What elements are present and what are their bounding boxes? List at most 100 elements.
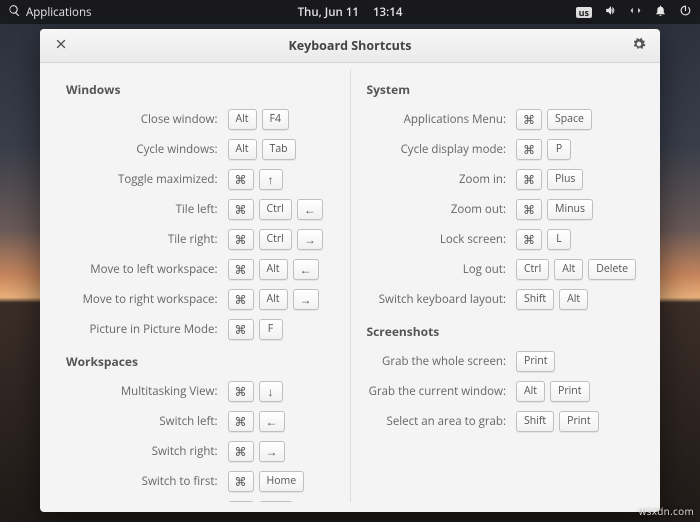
shortcut-row: Multitasking View:⌘↓	[64, 378, 336, 405]
shortcut-keys: ⌘Alt←	[228, 259, 336, 280]
titlebar: Keyboard Shortcuts	[40, 29, 660, 63]
watermark: wsxdn.com	[639, 504, 694, 518]
shortcut-keys: ShiftPrint	[516, 411, 636, 432]
volume-icon[interactable]	[604, 4, 617, 21]
shortcut-keys: ⌘Ctrl→	[228, 229, 336, 250]
shortcut-label: Zoom out:	[451, 202, 506, 217]
shortcut-keys: Print	[516, 351, 636, 372]
key-p: P	[547, 139, 571, 160]
key-alt: Alt	[228, 139, 257, 160]
shortcut-row: Switch keyboard layout: ShiftAlt	[365, 286, 637, 313]
close-button[interactable]	[44, 29, 78, 63]
key-cmd: ⌘	[228, 169, 254, 190]
key-space: Space	[547, 109, 592, 130]
key-f4: F4	[262, 109, 289, 130]
key-l: L	[547, 229, 571, 250]
key-up: ↑	[259, 169, 283, 190]
shortcut-row: Switch to first: ⌘Home	[64, 468, 336, 495]
shortcut-label: Picture in Picture Mode:	[90, 322, 218, 337]
key-print: Print	[516, 351, 555, 372]
key-cmd: ⌘	[516, 199, 542, 220]
key-right: →	[259, 441, 285, 462]
panel-time[interactable]: 13:14	[373, 5, 402, 20]
key-shift: Shift	[516, 411, 554, 432]
shortcut-label: Select an area to grab:	[387, 414, 506, 429]
keyboard-shortcuts-window: Keyboard Shortcuts WindowsClose window:A…	[40, 29, 660, 512]
key-minus: Minus	[547, 199, 593, 220]
shortcut-keys: AltTab	[228, 139, 336, 160]
key-cmd: ⌘	[228, 259, 254, 280]
section-title: Screenshots	[367, 323, 637, 340]
shortcut-keys: ⌘Alt→	[228, 289, 336, 310]
shortcut-keys: ⌘F	[228, 319, 336, 340]
key-cmd: ⌘	[516, 139, 542, 160]
shortcut-label: Applications Menu:	[404, 112, 506, 127]
key-alt: Alt	[228, 109, 257, 130]
shortcut-keys: CtrlAltDelete	[516, 259, 636, 280]
keyboard-layout-indicator[interactable]: us	[576, 7, 592, 18]
shortcut-row: Cycle display mode:⌘P	[365, 136, 637, 163]
shortcut-label: Close window:	[141, 112, 218, 127]
shortcut-row: Tile left:⌘Ctrl←	[64, 196, 336, 223]
key-left: ←	[297, 199, 323, 220]
gear-icon	[632, 37, 646, 55]
key-left: ←	[259, 411, 285, 432]
applications-menu[interactable]: Applications	[8, 4, 92, 21]
shortcut-label: Lock screen:	[440, 232, 506, 247]
shortcut-row: Toggle maximized:⌘↑	[64, 166, 336, 193]
shortcut-keys: ⌘Space	[516, 109, 636, 130]
key-cmd: ⌘	[516, 109, 542, 130]
key-ctrl: Ctrl	[516, 259, 549, 280]
key-alt: Alt	[559, 289, 588, 310]
shortcut-row: Picture in Picture Mode: ⌘F	[64, 316, 336, 343]
key-right: →	[293, 289, 319, 310]
power-icon[interactable]	[679, 4, 692, 21]
panel-date[interactable]: Thu, Jun 11	[298, 5, 359, 20]
key-cmd: ⌘	[516, 229, 542, 250]
shortcut-keys: AltF4	[228, 109, 336, 130]
key-ctrl: Ctrl	[259, 229, 292, 250]
key-alt: Alt	[259, 289, 288, 310]
shortcut-row: Tile right: ⌘Ctrl→	[64, 226, 336, 253]
key-cmd: ⌘	[228, 199, 254, 220]
key-cmd: ⌘	[228, 441, 254, 462]
key-cmd: ⌘	[228, 229, 254, 250]
window-title: Keyboard Shortcuts	[288, 37, 411, 54]
key-tab: Tab	[262, 139, 296, 160]
close-icon	[54, 37, 68, 55]
shortcut-label: Switch keyboard layout:	[379, 292, 506, 307]
shortcut-label: Log out:	[463, 262, 506, 277]
key-home: Home	[259, 471, 305, 492]
shortcut-row: Select an area to grab: ShiftPrint	[365, 408, 637, 435]
key-right: →	[297, 229, 323, 250]
shortcut-keys: ⌘P	[516, 139, 636, 160]
notifications-icon[interactable]	[654, 4, 667, 21]
key-alt: Alt	[516, 381, 545, 402]
shortcut-label: Switch to first:	[142, 474, 218, 489]
shortcut-label: Move to right workspace:	[83, 292, 218, 307]
key-cmd: ⌘	[228, 319, 254, 340]
key-plus: Plus	[547, 169, 583, 190]
settings-button[interactable]	[622, 29, 656, 63]
shortcut-row: Switch to new:⌘End	[64, 498, 336, 502]
section-title: System	[367, 81, 637, 98]
shortcut-row: Move to right workspace: ⌘Alt→	[64, 286, 336, 313]
shortcut-keys: ShiftAlt	[516, 289, 636, 310]
shortcut-label: Move to left workspace:	[90, 262, 217, 277]
key-cmd: ⌘	[516, 169, 542, 190]
shortcut-keys: ⌘→	[228, 441, 336, 462]
shortcut-label: Tile left:	[176, 202, 218, 217]
shortcut-label: Tile right:	[168, 232, 218, 247]
network-icon[interactable]	[629, 4, 642, 21]
key-f: F	[259, 319, 283, 340]
shortcut-keys: ⌘Home	[228, 471, 336, 492]
shortcut-label: Switch left:	[159, 414, 217, 429]
key-cmd: ⌘	[228, 289, 254, 310]
shortcut-row: Grab the current window:AltPrint	[365, 378, 637, 405]
key-down: ↓	[259, 381, 283, 402]
shortcut-label: Cycle windows:	[136, 142, 217, 157]
shortcut-row: Zoom out: ⌘Minus	[365, 196, 637, 223]
key-cmd: ⌘	[228, 471, 254, 492]
key-delete: Delete	[588, 259, 636, 280]
applications-label: Applications	[26, 5, 92, 20]
